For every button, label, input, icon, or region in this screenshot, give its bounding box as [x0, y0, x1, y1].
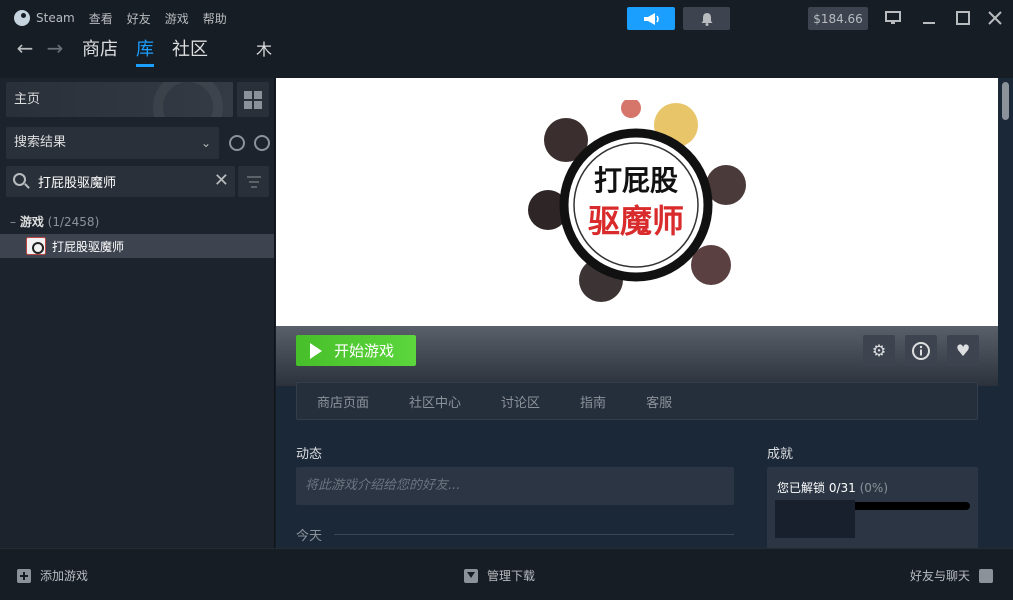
chevron-down-icon: ⌄	[200, 136, 211, 150]
info-button[interactable]	[905, 335, 937, 366]
games-section-label: 游戏	[19, 215, 44, 229]
maximize-button[interactable]	[952, 8, 974, 28]
tab-community[interactable]: 社区	[172, 35, 208, 61]
play-icon	[310, 342, 322, 359]
bell-icon	[701, 12, 712, 26]
games-section-header[interactable]: – 游戏 (1/2458)	[10, 213, 99, 230]
scroll-thumb[interactable]	[1002, 82, 1009, 120]
achievement-thumbnail	[775, 500, 855, 538]
filter-line	[248, 180, 259, 183]
subnav-guides[interactable]: 指南	[560, 392, 626, 411]
heart-icon: ♥	[955, 341, 971, 360]
library-sidebar: 主页 搜索结果 ⌄ ✕ – 游戏 (1/2458) 打屁股驱魔师	[0, 78, 275, 548]
add-game-label: 添加游戏	[40, 569, 89, 583]
info-icon	[912, 341, 930, 360]
home-label: 主页	[14, 92, 41, 107]
advanced-filter-button[interactable]	[238, 166, 269, 197]
tab-user-profile[interactable]: 木	[256, 36, 272, 60]
menu-steam[interactable]: Steam	[36, 11, 75, 25]
home-button[interactable]: 主页	[6, 82, 233, 117]
today-label: 今天	[296, 529, 323, 544]
friends-chat-label: 好友与聊天	[910, 569, 971, 583]
download-icon	[464, 568, 478, 583]
logo-text-line1: 打屁股	[594, 164, 678, 197]
menu-bar: Steam 查看 好友 游戏 帮助	[14, 9, 227, 27]
friends-icon	[979, 568, 994, 583]
monitor-icon	[885, 11, 901, 24]
big-picture-button[interactable]	[882, 8, 904, 28]
filter-line	[250, 185, 257, 188]
search-icon	[13, 173, 26, 186]
close-button[interactable]	[984, 8, 1006, 28]
menu-games[interactable]: 游戏	[165, 10, 189, 27]
settings-button[interactable]: ⚙	[863, 335, 895, 366]
filter-label: 搜索结果	[14, 135, 67, 150]
grid-icon	[244, 90, 262, 109]
minimize-button[interactable]	[918, 8, 940, 28]
clear-search-icon[interactable]: ✕	[214, 171, 229, 191]
game-subnav: 商店页面 社区中心 讨论区 指南 客服	[296, 382, 978, 420]
minimize-icon	[923, 22, 935, 24]
close-icon	[988, 11, 1002, 25]
subnav-support[interactable]: 客服	[626, 392, 692, 411]
friends-chat-button[interactable]: 好友与聊天	[910, 567, 994, 584]
gear-icon: ⚙	[871, 341, 887, 360]
activity-post-input[interactable]: 将此游戏介绍给您的好友...	[296, 467, 734, 505]
wallet-balance[interactable]: $184.66	[808, 7, 868, 30]
arrow-left-icon[interactable]: ←	[14, 37, 36, 59]
menu-friends[interactable]: 好友	[127, 10, 151, 27]
manage-downloads-label: 管理下载	[487, 569, 536, 583]
game-logo: 打屁股 驱魔师	[528, 100, 746, 302]
subnav-store-page[interactable]: 商店页面	[297, 392, 389, 411]
games-count: (1/2458)	[47, 215, 100, 229]
subnav-community-hub[interactable]: 社区中心	[389, 392, 481, 411]
recent-clock-icon[interactable]	[229, 135, 245, 151]
library-search: ✕	[6, 166, 235, 197]
achievements-percent: (0%)	[859, 481, 888, 495]
notifications-button[interactable]	[683, 7, 730, 30]
game-thumbnail-icon	[26, 237, 46, 255]
divider	[334, 534, 734, 535]
tab-library[interactable]: 库	[136, 35, 154, 67]
game-hero-banner: 打屁股 驱魔师	[276, 78, 998, 326]
achievements-progress-text: 您已解锁 0/31 (0%)	[777, 479, 888, 496]
favorite-button[interactable]: ♥	[947, 335, 979, 366]
manage-downloads-button[interactable]: 管理下载	[464, 567, 535, 584]
add-game-button[interactable]: 添加游戏	[17, 567, 88, 584]
play-label: 开始游戏	[334, 342, 395, 360]
title-bar: Steam 查看 好友 游戏 帮助 ← → 商店 库 社区 木 $184.66	[0, 0, 1013, 78]
steam-logo-icon	[14, 10, 30, 26]
achievements-unlocked: 您已解锁 0/31	[777, 481, 856, 495]
logo-text-line2: 驱魔师	[588, 202, 684, 240]
arrow-right-icon[interactable]: →	[44, 37, 66, 59]
grid-view-button[interactable]	[237, 82, 269, 117]
game-title: 打屁股驱魔师	[52, 239, 125, 254]
play-filter-icon[interactable]	[254, 135, 270, 151]
achievements-panel[interactable]: 您已解锁 0/31 (0%)	[767, 467, 978, 548]
activity-title: 动态	[296, 447, 323, 462]
plus-icon	[17, 568, 31, 583]
filter-line	[246, 175, 261, 178]
collection-filter-select[interactable]: 搜索结果 ⌄	[6, 127, 219, 159]
bottom-bar: 添加游戏 管理下载 好友与聊天	[0, 548, 1013, 600]
megaphone-icon	[644, 12, 659, 25]
collapse-icon: –	[10, 215, 16, 229]
announcements-button[interactable]	[627, 7, 675, 30]
steam-watermark-icon	[153, 82, 223, 117]
main-nav: ← → 商店 库 社区 木	[14, 34, 290, 67]
game-list-item[interactable]: 打屁股驱魔师	[0, 234, 274, 258]
tab-store[interactable]: 商店	[82, 35, 118, 61]
maximize-icon	[956, 11, 970, 25]
menu-view[interactable]: 查看	[89, 10, 113, 27]
main-scrollbar[interactable]	[998, 78, 1013, 548]
menu-help[interactable]: 帮助	[203, 10, 227, 27]
achievements-title: 成就	[767, 447, 794, 462]
search-input[interactable]	[38, 166, 208, 197]
subnav-discussions[interactable]: 讨论区	[481, 392, 560, 411]
game-details-pane: 打屁股 驱魔师 开始游戏 ⚙ ♥ 商店页面 社区中心 讨论区 指南 客服 动态 …	[276, 78, 1013, 548]
play-button[interactable]: 开始游戏	[296, 335, 416, 366]
